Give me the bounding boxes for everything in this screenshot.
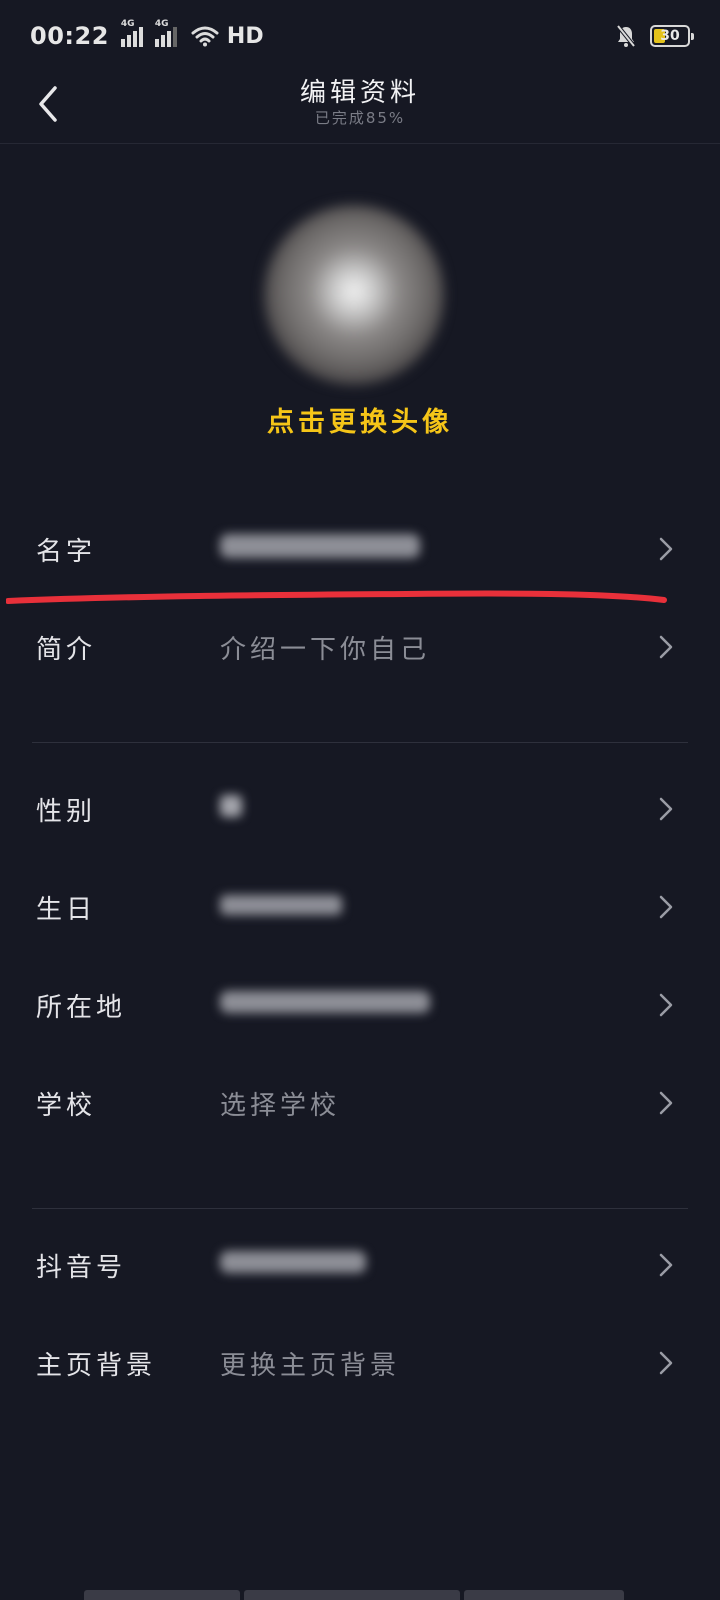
chevron-right-icon: [659, 1253, 673, 1277]
status-left: 00:22 4G 4G HD: [30, 19, 264, 50]
row-birthday[interactable]: 生日: [0, 858, 720, 956]
nav-bar: 编辑资料 已完成85%: [0, 72, 720, 144]
row-value: 更换主页背景: [220, 1350, 401, 1381]
chevron-right-icon: [659, 797, 673, 821]
network-type-label: 4G: [120, 19, 135, 29]
chevron-right-icon: [659, 635, 673, 659]
chevron-right-icon: [659, 895, 673, 919]
row-gender[interactable]: 性别: [0, 760, 720, 858]
cell-signal-icon-2: 4G: [154, 19, 177, 47]
row-name[interactable]: 名字: [0, 500, 720, 598]
row-school[interactable]: 学校 选择学校: [0, 1054, 720, 1152]
row-value: [220, 794, 242, 824]
cell-signal-icon: 4G: [120, 19, 143, 47]
row-label: 所在地: [36, 992, 127, 1023]
section-divider: [32, 742, 688, 743]
row-location[interactable]: 所在地: [0, 956, 720, 1054]
row-label: 抖音号: [36, 1252, 127, 1283]
status-right: 30: [616, 24, 694, 48]
hd-indicator: HD: [226, 23, 264, 49]
page-title: 编辑资料: [299, 78, 420, 108]
chevron-right-icon: [659, 537, 673, 561]
change-avatar-link[interactable]: 点击更换头像: [0, 400, 720, 439]
row-value: [220, 533, 420, 565]
battery-icon: 30: [650, 25, 694, 47]
row-bio[interactable]: 简介 介绍一下你自己: [0, 598, 720, 696]
avatar[interactable]: [264, 205, 444, 385]
clock: 00:22: [30, 22, 109, 50]
chevron-right-icon: [659, 1351, 673, 1375]
row-value: [220, 892, 342, 922]
row-label: 性别: [36, 796, 97, 827]
row-homepage-background[interactable]: 主页背景 更换主页背景: [0, 1314, 720, 1412]
row-value: 选择学校: [220, 1090, 341, 1121]
chevron-right-icon: [659, 1091, 673, 1115]
row-value: [220, 1250, 366, 1280]
bell-muted-icon: [616, 24, 636, 48]
network-type-label-2: 4G: [154, 19, 169, 29]
row-label: 生日: [36, 894, 97, 925]
status-bar: 00:22 4G 4G HD 30: [0, 0, 720, 72]
bottom-nav-strip: [84, 1590, 636, 1600]
row-douyin-id[interactable]: 抖音号: [0, 1216, 720, 1314]
battery-level: 30: [660, 28, 680, 44]
row-label: 简介: [36, 634, 97, 665]
row-label: 主页背景: [36, 1350, 157, 1381]
row-value: [220, 990, 430, 1020]
section-divider: [32, 1208, 688, 1209]
completion-progress: 已完成85%: [314, 109, 406, 127]
chevron-right-icon: [659, 993, 673, 1017]
row-label: 名字: [36, 536, 97, 567]
row-value: 介绍一下你自己: [220, 634, 431, 665]
wifi-icon: [191, 26, 219, 47]
row-label: 学校: [36, 1090, 97, 1121]
